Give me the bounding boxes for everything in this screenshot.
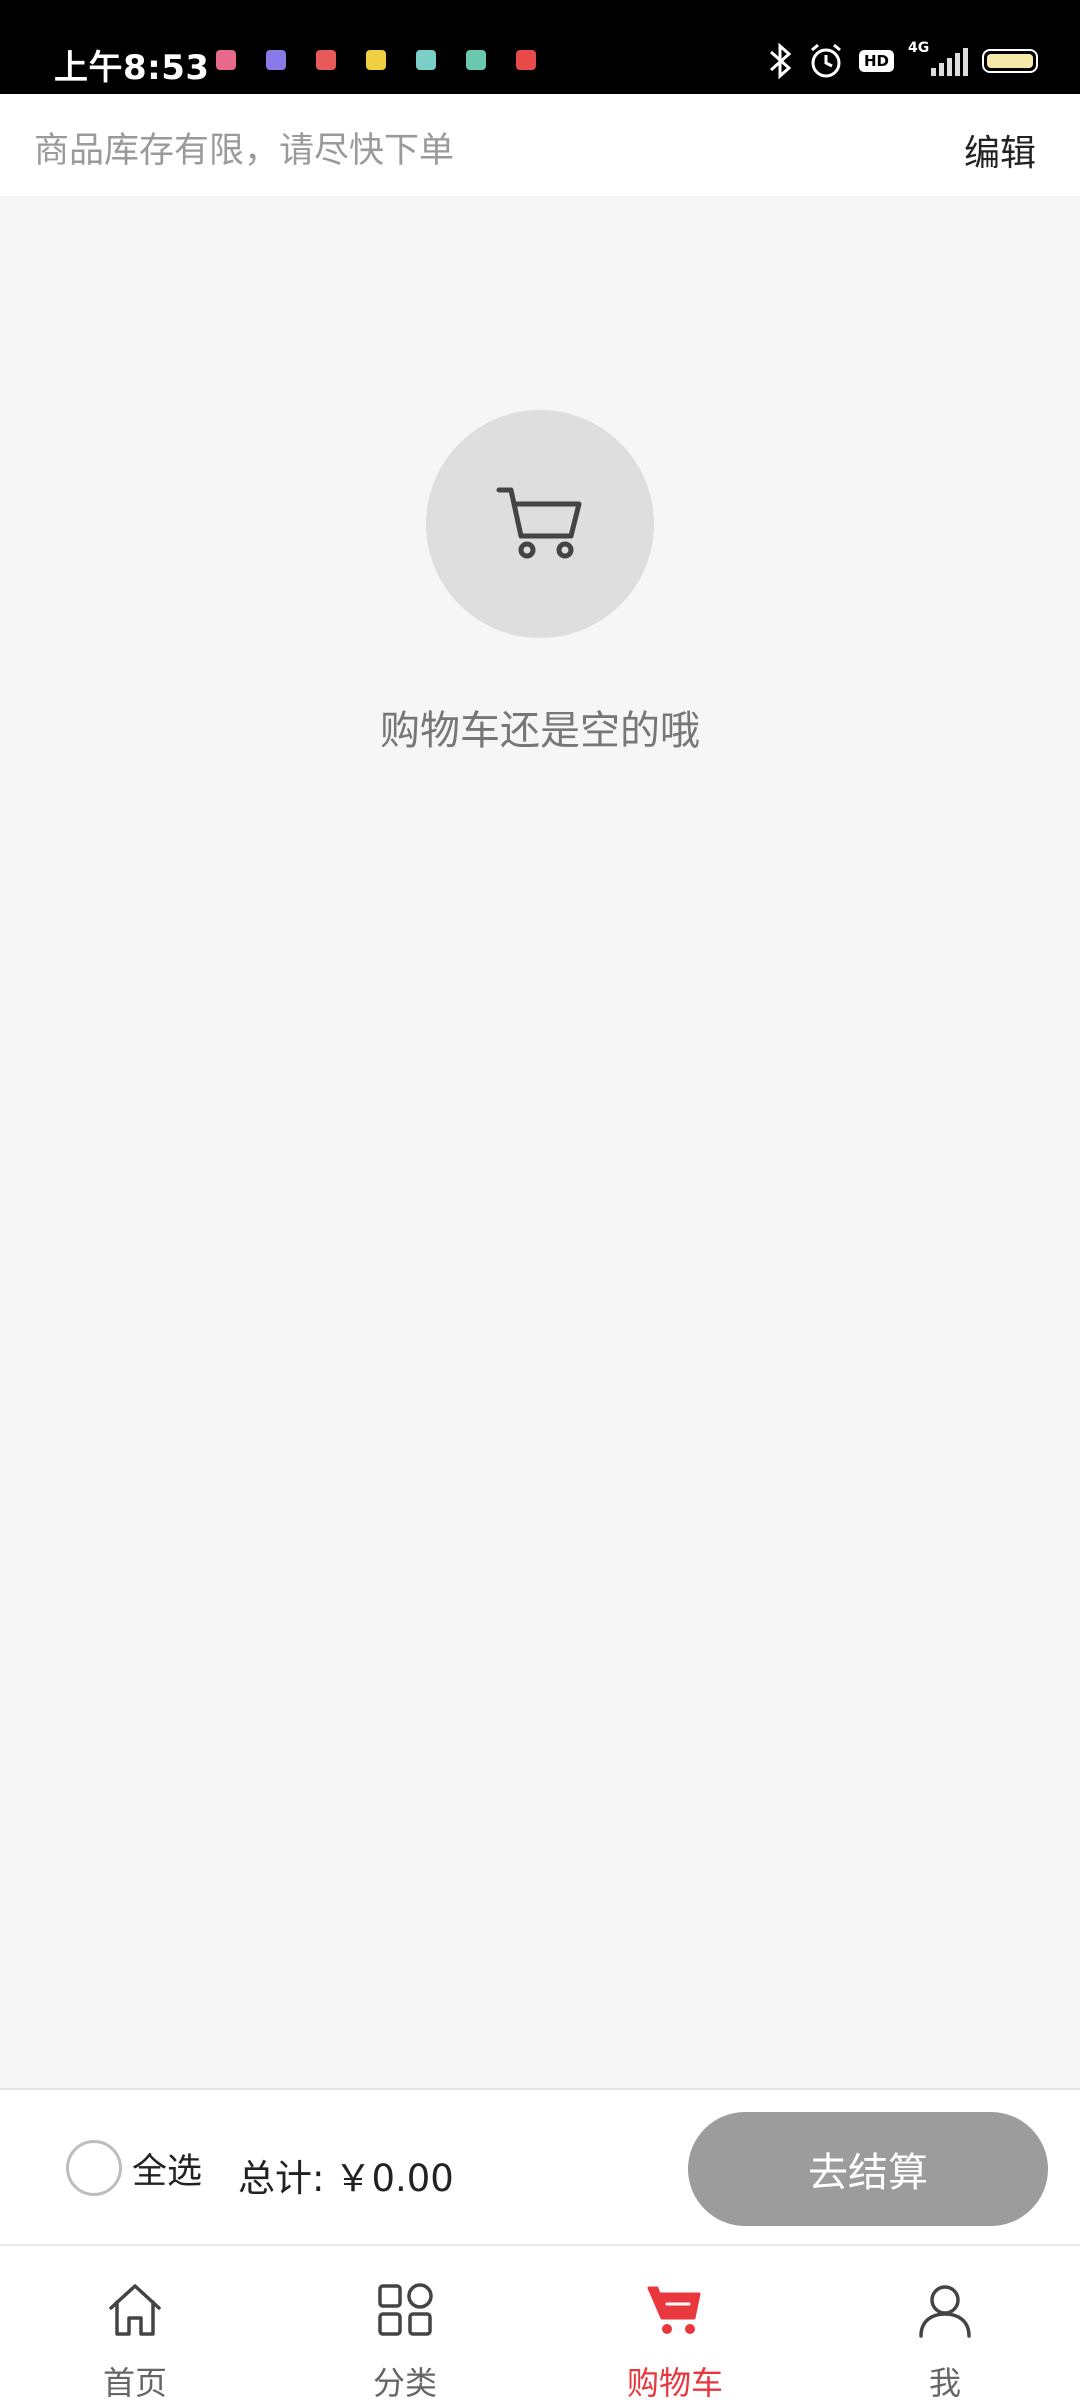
alarm-icon [811, 43, 841, 78]
app-notification-icon [516, 50, 536, 70]
total-price: 总计: ￥0.00 [238, 2148, 454, 2202]
tab-category[interactable]: 分类 [270, 2246, 540, 2400]
tab-home-label: 首页 [102, 2364, 167, 2400]
network-label: 4G [908, 40, 930, 56]
app-notification-icon [266, 50, 286, 70]
total-label: 总计: [238, 2157, 325, 2200]
category-icon [378, 2283, 433, 2336]
home-icon [109, 2284, 161, 2336]
empty-cart-message: 购物车还是空的哦 [380, 708, 700, 754]
select-all-checkbox[interactable] [66, 2140, 122, 2196]
system-icons: HD 4G [767, 40, 1038, 80]
shopping-cart-icon [496, 487, 582, 559]
app-notification-icon [216, 50, 236, 70]
status-bar: 上午8:53 HD 4G [0, 0, 1080, 94]
notification-icons [216, 50, 536, 70]
checkout-bar: 全选 总计: ￥0.00 去结算 [0, 2088, 1080, 2244]
tab-home[interactable]: 首页 [0, 2246, 270, 2400]
app-notification-icon [416, 50, 436, 70]
status-time: 上午8:53 [54, 48, 210, 88]
user-icon [919, 2285, 971, 2338]
select-all-label: 全选 [132, 2151, 203, 2192]
edit-button[interactable]: 编辑 [964, 124, 1036, 176]
app-notification-icon [316, 50, 336, 70]
tab-cart-label: 购物车 [626, 2364, 723, 2400]
empty-cart-illustration [426, 410, 654, 638]
tab-me-label: 我 [928, 2364, 961, 2400]
app-notification-icon [366, 50, 386, 70]
battery-icon [982, 49, 1038, 73]
select-all-toggle[interactable]: 全选 [66, 2140, 202, 2196]
hd-icon: HD [858, 50, 894, 72]
app-notification-icon [466, 50, 486, 70]
tab-cart[interactable]: 购物车 [540, 2246, 810, 2400]
stock-notice: 商品库存有限，请尽快下单 [34, 131, 455, 171]
bottom-tab-bar: 首页 分类 购物车 我 [0, 2244, 1080, 2400]
bluetooth-icon [769, 42, 792, 80]
tab-category-label: 分类 [372, 2364, 437, 2400]
tab-me[interactable]: 我 [810, 2246, 1080, 2400]
cart-header: 商品库存有限，请尽快下单 编辑 [0, 94, 1080, 196]
checkout-button[interactable]: 去结算 [688, 2112, 1048, 2226]
signal-icon: 4G [908, 40, 968, 78]
shopping-cart-icon [647, 2286, 701, 2334]
total-amount: ￥0.00 [334, 2157, 454, 2200]
